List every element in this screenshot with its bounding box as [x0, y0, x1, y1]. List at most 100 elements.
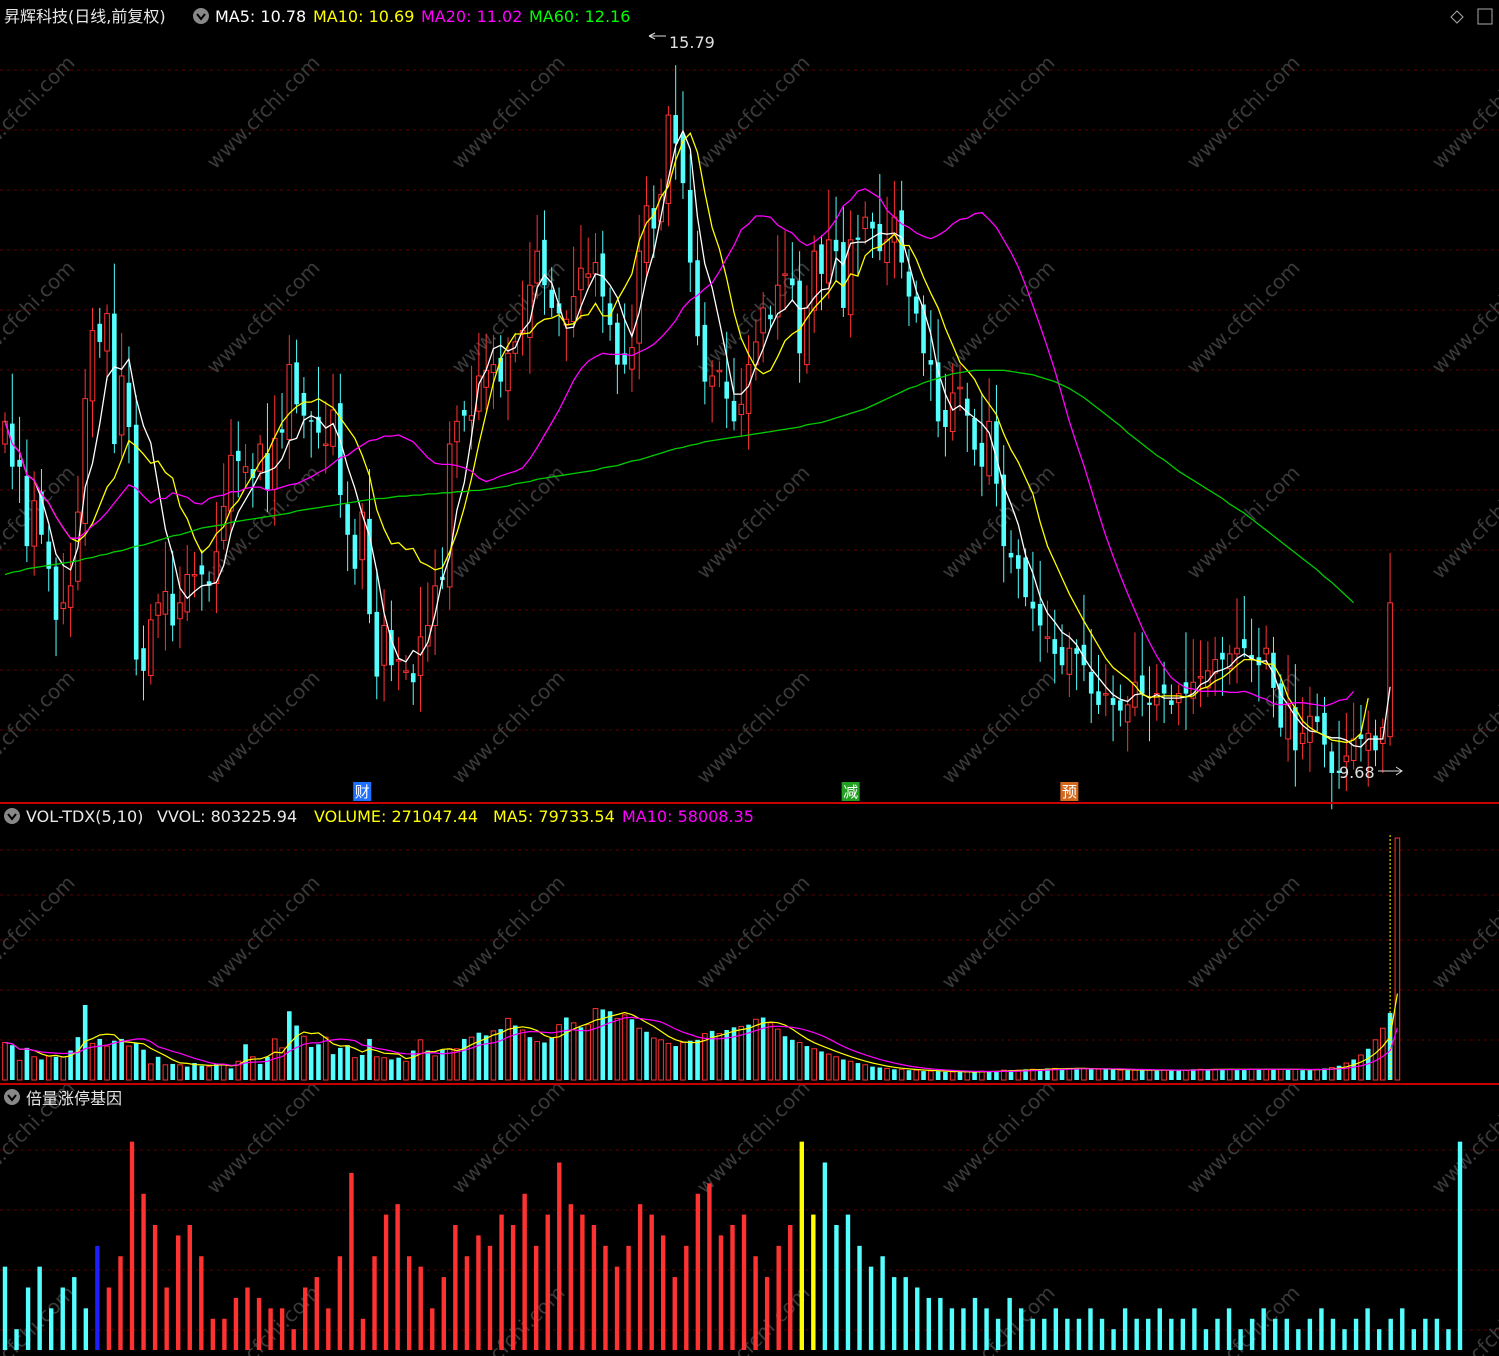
candle-body — [191, 573, 198, 577]
volume-bar — [214, 1063, 219, 1080]
candle-body — [104, 313, 110, 352]
candle-body — [841, 242, 846, 308]
volume-bar — [687, 1040, 693, 1080]
volume-bar — [898, 1068, 905, 1081]
volume-bar — [658, 1039, 664, 1081]
candle-body — [891, 216, 898, 243]
gene-bar — [1249, 1318, 1255, 1350]
candle-body — [1066, 647, 1073, 675]
gene-bar — [1273, 1318, 1278, 1350]
volume-bar — [542, 1042, 547, 1080]
gene-bar — [499, 1214, 504, 1350]
volume-bar — [1307, 1070, 1313, 1080]
volume-bar — [220, 1064, 227, 1081]
candle-body — [578, 267, 584, 291]
volume-bar — [534, 1041, 540, 1081]
stock-chart[interactable]: www.cfchi.com www.cfchi.com www.cfchi.com w… — [0, 0, 1499, 1356]
volume-bar — [170, 1063, 175, 1080]
volume-bar — [9, 1045, 15, 1080]
high-value: 15.79 — [669, 33, 715, 52]
candle-body — [410, 673, 416, 683]
volume-bar — [564, 1017, 569, 1080]
candle-body — [870, 221, 875, 229]
volume-bar — [16, 1059, 23, 1081]
gene-bar — [141, 1193, 146, 1350]
volume-bar — [841, 1059, 846, 1080]
candle-body — [943, 410, 948, 428]
gene-bar — [1434, 1318, 1440, 1350]
gene-bar — [730, 1225, 735, 1350]
gene-bar — [430, 1308, 435, 1350]
volume-bar — [767, 1022, 774, 1081]
candle-body — [1052, 639, 1058, 654]
gene-bar — [279, 1308, 285, 1350]
gene-bar — [60, 1287, 65, 1350]
volume-bar — [352, 1057, 358, 1081]
candle-body — [1220, 652, 1225, 660]
volume-bar — [884, 1067, 890, 1081]
gene-bar — [1353, 1318, 1359, 1350]
gene-bar — [199, 1256, 204, 1350]
candle-body — [979, 442, 985, 467]
gene-bar — [222, 1318, 227, 1350]
volume-bar — [1271, 1069, 1276, 1080]
gene-bar — [1122, 1308, 1128, 1350]
candle-body — [687, 189, 693, 263]
volume-bar — [2, 1042, 8, 1081]
gene-bar — [972, 1297, 978, 1350]
candle-body — [760, 307, 766, 334]
volume-bar — [964, 1071, 971, 1081]
volume-bar — [1154, 1070, 1160, 1080]
event-marker[interactable]: 财 — [353, 782, 372, 801]
gene-dropdown-icon[interactable] — [4, 1089, 20, 1105]
volume-bar — [570, 1022, 577, 1081]
gene-bar — [1446, 1329, 1451, 1350]
gene-bar — [788, 1225, 793, 1350]
event-marker[interactable]: 减 — [841, 782, 860, 801]
event-marker[interactable]: 预 — [1060, 782, 1079, 801]
gene-bar — [1376, 1329, 1382, 1350]
candle-body — [702, 324, 708, 382]
gene-bar — [961, 1308, 966, 1350]
gene-bar — [1203, 1329, 1209, 1350]
candle-body — [155, 602, 161, 616]
gene-bar — [25, 1287, 31, 1350]
volume-bar — [155, 1056, 161, 1080]
vol-dropdown-icon[interactable] — [4, 808, 20, 824]
candle-body — [112, 313, 117, 445]
candle-body — [1350, 738, 1357, 762]
volume-bar — [112, 1040, 117, 1080]
volume-bar — [483, 1035, 489, 1080]
gene-bar — [707, 1183, 712, 1350]
dropdown-icon[interactable] — [193, 8, 209, 24]
volume-bar — [804, 1046, 810, 1080]
volume-bar — [1358, 1054, 1364, 1081]
candle-body — [133, 424, 139, 660]
volume-bar — [45, 1055, 52, 1081]
gene-bar — [1180, 1318, 1186, 1350]
gene-bar — [857, 1245, 862, 1350]
gene-bar — [753, 1256, 758, 1350]
volume-bar — [330, 1054, 336, 1080]
volume-bar — [1212, 1068, 1218, 1081]
volume-bar — [381, 1057, 387, 1081]
gene-bar — [441, 1277, 447, 1350]
volume-bar — [162, 1064, 169, 1081]
candle-body — [1387, 602, 1393, 738]
volume-bar — [527, 1037, 533, 1080]
volume-bar — [1139, 1070, 1145, 1080]
candle-body — [490, 364, 497, 374]
gene-bar — [118, 1256, 123, 1350]
candle-body — [24, 475, 30, 547]
candle-body — [89, 330, 96, 402]
candle-body — [286, 364, 293, 440]
gene-bar — [764, 1277, 770, 1350]
volume-bar — [60, 1056, 67, 1081]
candle-body — [673, 115, 678, 144]
candle-body — [31, 500, 37, 547]
ma10-label: MA10: 10.69 — [313, 7, 414, 26]
volume-bar — [680, 1042, 686, 1081]
gene-bar — [684, 1245, 689, 1350]
volume-bar — [301, 1035, 307, 1081]
volume-bar — [1226, 1068, 1233, 1081]
